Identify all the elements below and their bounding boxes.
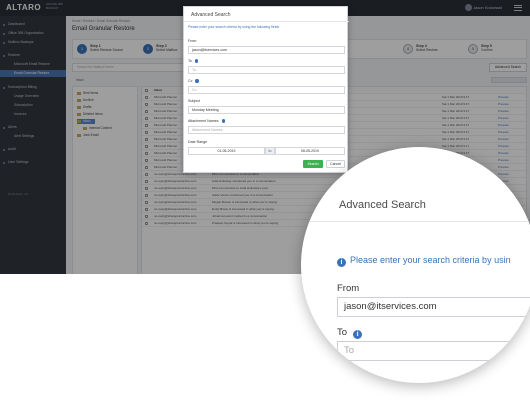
from-label-text: From [188, 39, 197, 43]
zoom-from-field[interactable]: jason@itservices.com [337, 297, 530, 317]
date-range-label: Date Range [188, 140, 208, 144]
cancel-button[interactable]: Cancel [326, 160, 345, 168]
subject-field[interactable]: Monday Meeting [188, 106, 345, 114]
zoom-to-label-text: To [337, 327, 348, 338]
cc-label: Cc [188, 79, 199, 83]
date-from-field[interactable]: 01-05-2019 [188, 147, 265, 155]
advanced-search-dialog: Advanced Search Please enter your search… [183, 6, 349, 173]
attachment-label: Attachment Names [188, 119, 226, 123]
zoom-from-label: From [337, 283, 360, 294]
date-to-field[interactable]: 08-05-2019 [275, 147, 345, 155]
to-label-text: To [188, 59, 192, 63]
dialog-info-text: Please enter your search criteria by usi… [188, 25, 280, 29]
zoom-cc-label: Cc i [337, 369, 364, 381]
info-icon[interactable] [194, 59, 199, 63]
zoom-info-text: i Please enter your search criteria by us… [337, 255, 511, 267]
zoom-dialog-title: Advanced Search [339, 199, 426, 211]
info-icon[interactable] [195, 79, 199, 83]
zoom-magnifier: Advanced Search i Please enter your searc… [301, 147, 530, 383]
attachment-label-text: Attachment Names [188, 119, 219, 123]
date-range-separator: to [265, 147, 275, 155]
dialog-title: Advanced Search [191, 12, 231, 18]
subject-label: Subject [188, 99, 200, 103]
divider [184, 21, 349, 22]
from-label: From [188, 39, 196, 43]
cc-field[interactable]: Cc [188, 86, 345, 94]
info-icon: i [337, 258, 346, 267]
divider [301, 221, 530, 222]
info-icon[interactable] [221, 119, 226, 123]
info-icon[interactable]: i [354, 372, 364, 381]
to-field[interactable]: To [188, 66, 345, 74]
to-label: To [188, 59, 199, 63]
stage: ALTARO OFFICE 365 BACKUP Jason Krolowski… [0, 0, 530, 420]
search-button[interactable]: Search [303, 160, 323, 168]
zoom-to-label: To i [337, 327, 363, 339]
info-icon[interactable]: i [353, 330, 363, 339]
cc-label-text: Cc [188, 79, 193, 83]
zoom-to-field[interactable]: To [337, 341, 530, 361]
from-field[interactable]: jason@itservices.com [188, 46, 345, 54]
zoom-cc-label-text: Cc [337, 369, 349, 380]
attachment-field[interactable]: Attachment Names [188, 126, 345, 134]
zoom-info-label: Please enter your search criteria by usi… [350, 255, 511, 265]
